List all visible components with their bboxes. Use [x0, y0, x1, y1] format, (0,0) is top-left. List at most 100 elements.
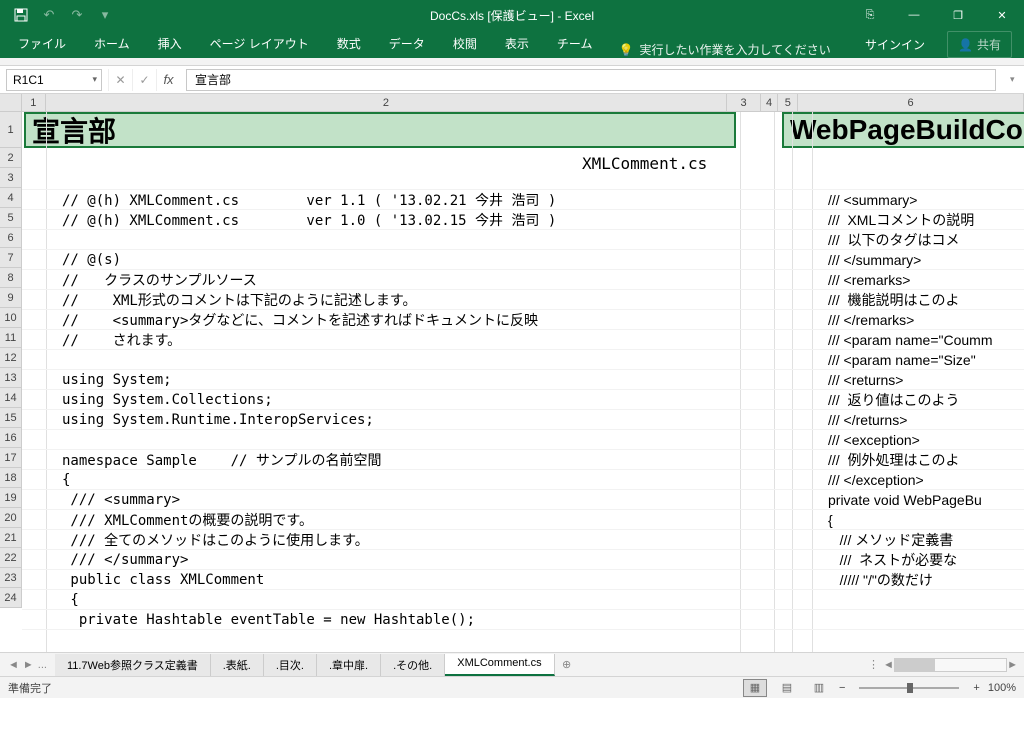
sheet-tab[interactable]: .表紙. [211, 654, 264, 676]
share-button[interactable]: 👤 共有 [947, 31, 1012, 58]
column-header[interactable]: 3 [727, 94, 760, 111]
sheet-nav-more[interactable]: ... [38, 659, 47, 671]
column-header[interactable]: 1 [22, 94, 46, 111]
code-cell[interactable]: ///// "/"の数だけ [828, 570, 992, 590]
column-header[interactable]: 6 [798, 94, 1024, 111]
code-cell[interactable]: /// 返り値はこのよう [828, 390, 992, 410]
scroll-menu-icon[interactable]: ⋮ [864, 658, 883, 671]
cancel-formula-button[interactable]: ✕ [108, 69, 132, 91]
row-header[interactable]: 9 [0, 288, 22, 308]
row-header[interactable]: 2 [0, 148, 22, 168]
formula-input[interactable]: 宣言部 [186, 69, 996, 91]
sheet-tab[interactable]: 11.7Web参照クラス定義書 [55, 654, 211, 676]
code-cell[interactable]: { [22, 590, 1024, 610]
tab-review[interactable]: 校閲 [439, 29, 491, 58]
code-cell[interactable]: /// <param name="Size" [828, 350, 992, 370]
view-page-break-button[interactable]: ▥ [807, 679, 831, 697]
code-cell[interactable]: /// <returns> [828, 370, 992, 390]
name-box[interactable]: R1C1 [6, 69, 102, 91]
sheet-tab[interactable]: .章中扉. [317, 654, 381, 676]
column-header[interactable]: 2 [46, 94, 728, 111]
restore-button[interactable]: ❐ [936, 0, 980, 30]
code-cell[interactable]: /// <exception> [828, 430, 992, 450]
view-page-layout-button[interactable]: ▤ [775, 679, 799, 697]
save-button[interactable] [8, 2, 34, 28]
row-header[interactable]: 3 [0, 168, 22, 188]
add-sheet-button[interactable]: ⊕ [555, 658, 579, 671]
row-header[interactable]: 22 [0, 548, 22, 568]
row-header[interactable]: 16 [0, 428, 22, 448]
code-cell[interactable]: /// メソッド定義書 [828, 530, 992, 550]
row-header[interactable]: 8 [0, 268, 22, 288]
view-normal-button[interactable]: ▦ [743, 679, 767, 697]
row-header[interactable]: 17 [0, 448, 22, 468]
section-title-left[interactable]: 宣言部 [24, 112, 736, 148]
row-header[interactable]: 19 [0, 488, 22, 508]
row-header[interactable]: 13 [0, 368, 22, 388]
section-title-right[interactable]: WebPageBuildCo [782, 112, 1024, 148]
ribbon-options-button[interactable]: ⎘ [848, 0, 892, 30]
tab-view[interactable]: 表示 [491, 29, 543, 58]
tell-me-search[interactable]: 💡 実行したい作業を入力してください [606, 41, 842, 58]
code-cell[interactable]: /// 例外処理はこのよ [828, 450, 992, 470]
tab-file[interactable]: ファイル [4, 29, 80, 58]
code-cell[interactable]: /// </remarks> [828, 310, 992, 330]
zoom-level[interactable]: 100% [988, 682, 1016, 694]
row-header[interactable]: 6 [0, 228, 22, 248]
code-cell[interactable]: /// 以下のタグはコメ [828, 230, 992, 250]
sheet-tab[interactable]: .その他. [381, 654, 445, 676]
hscroll-thumb[interactable] [895, 659, 935, 671]
column-header[interactable]: 4 [761, 94, 779, 111]
zoom-thumb[interactable] [907, 683, 913, 693]
code-cell[interactable]: /// </returns> [828, 410, 992, 430]
row-header[interactable]: 1 [0, 112, 22, 148]
scroll-left-button[interactable]: ◄ [883, 659, 894, 671]
sheet-tab[interactable]: XMLComment.cs [445, 654, 554, 676]
signin-link[interactable]: サインイン [851, 36, 939, 53]
column-header[interactable]: 5 [778, 94, 798, 111]
row-header[interactable]: 10 [0, 308, 22, 328]
row-header[interactable]: 12 [0, 348, 22, 368]
row-header[interactable]: 15 [0, 408, 22, 428]
code-cell[interactable]: private Hashtable eventTable = new Hasht… [22, 610, 1024, 630]
zoom-in-button[interactable]: + [973, 682, 979, 694]
row-header[interactable]: 4 [0, 188, 22, 208]
tab-formulas[interactable]: 数式 [323, 29, 375, 58]
sheet-nav-prev[interactable]: ◄ [8, 659, 19, 671]
formula-expand-button[interactable]: ▾ [1010, 74, 1022, 85]
tab-data[interactable]: データ [375, 29, 439, 58]
row-header[interactable]: 20 [0, 508, 22, 528]
sheet-tab[interactable]: .目次. [264, 654, 317, 676]
tab-page-layout[interactable]: ページ レイアウト [196, 29, 323, 58]
row-header[interactable]: 24 [0, 588, 22, 608]
tab-team[interactable]: チーム [543, 29, 607, 58]
zoom-slider[interactable] [859, 687, 959, 689]
close-button[interactable]: ✕ [980, 0, 1024, 30]
undo-button[interactable]: ↶ [36, 2, 62, 28]
fx-button[interactable]: fx [156, 69, 180, 91]
enter-formula-button[interactable]: ✓ [132, 69, 156, 91]
code-cell[interactable]: /// 機能説明はこのよ [828, 290, 992, 310]
code-cell[interactable]: /// </exception> [828, 470, 992, 490]
code-cell[interactable]: /// <param name="Coumm [828, 330, 992, 350]
row-header[interactable]: 7 [0, 248, 22, 268]
zoom-out-button[interactable]: − [839, 682, 845, 694]
tab-insert[interactable]: 挿入 [144, 29, 196, 58]
code-cell[interactable]: /// XMLコメントの説明 [828, 210, 992, 230]
qat-more-button[interactable]: ▾ [92, 2, 118, 28]
code-cell[interactable]: { [828, 510, 992, 530]
scroll-right-button[interactable]: ► [1007, 659, 1018, 671]
redo-button[interactable]: ↷ [64, 2, 90, 28]
select-all-corner[interactable] [0, 94, 22, 112]
grid[interactable]: 宣言部 WebPageBuildCo XMLComment.cs // @(h)… [22, 112, 1024, 652]
code-cell[interactable]: private void WebPageBu [828, 490, 992, 510]
row-header[interactable]: 5 [0, 208, 22, 228]
row-header[interactable]: 14 [0, 388, 22, 408]
code-cell[interactable] [22, 170, 1024, 190]
code-cell[interactable]: /// <summary> [828, 190, 992, 210]
hscrollbar[interactable] [894, 658, 1007, 672]
minimize-button[interactable]: — [892, 0, 936, 30]
code-cell[interactable]: /// ネストが必要な [828, 550, 992, 570]
tab-home[interactable]: ホーム [80, 29, 144, 58]
row-header[interactable]: 18 [0, 468, 22, 488]
